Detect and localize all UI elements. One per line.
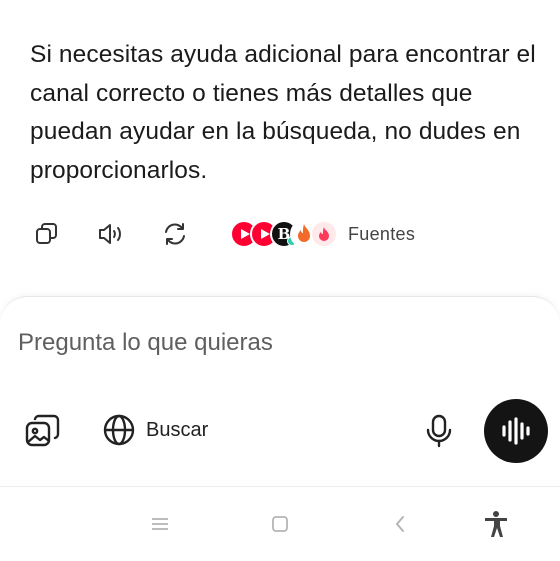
- accessibility-icon: [485, 511, 507, 537]
- microphone-icon: [426, 414, 452, 448]
- assistant-message: Si necesitas ayuda adicional para encont…: [30, 41, 536, 184]
- globe-icon: [103, 414, 135, 446]
- copy-button[interactable]: [30, 217, 64, 251]
- copy-icon: [36, 223, 57, 244]
- voice-waveform-icon: [502, 417, 530, 445]
- prompt-input[interactable]: [18, 327, 518, 359]
- system-navigation-bar: [0, 486, 560, 561]
- home-square-icon: [272, 516, 288, 532]
- image-gallery-icon: [25, 414, 60, 447]
- attach-image-button[interactable]: [24, 413, 62, 449]
- tinder-icon: [310, 220, 338, 248]
- back-chevron-icon: [395, 516, 404, 532]
- back-button[interactable]: [385, 509, 415, 539]
- menu-icon: [152, 518, 168, 530]
- recent-apps-button[interactable]: [145, 509, 175, 539]
- microphone-button[interactable]: [424, 413, 454, 449]
- search-button[interactable]: Buscar: [102, 413, 208, 447]
- search-label: Buscar: [146, 418, 209, 441]
- accessibility-button[interactable]: [481, 509, 511, 539]
- composer: Buscar: [0, 296, 560, 487]
- message-actions: B Fuentes: [30, 216, 530, 252]
- home-button[interactable]: [265, 509, 295, 539]
- sources-label: Fuentes: [348, 223, 416, 244]
- refresh-icon: [165, 223, 185, 245]
- sources-button[interactable]: B Fuentes: [230, 220, 415, 248]
- regenerate-button[interactable]: [158, 217, 192, 251]
- read-aloud-button[interactable]: [94, 217, 128, 251]
- voice-mode-button[interactable]: [484, 399, 548, 463]
- speaker-icon: [99, 224, 121, 244]
